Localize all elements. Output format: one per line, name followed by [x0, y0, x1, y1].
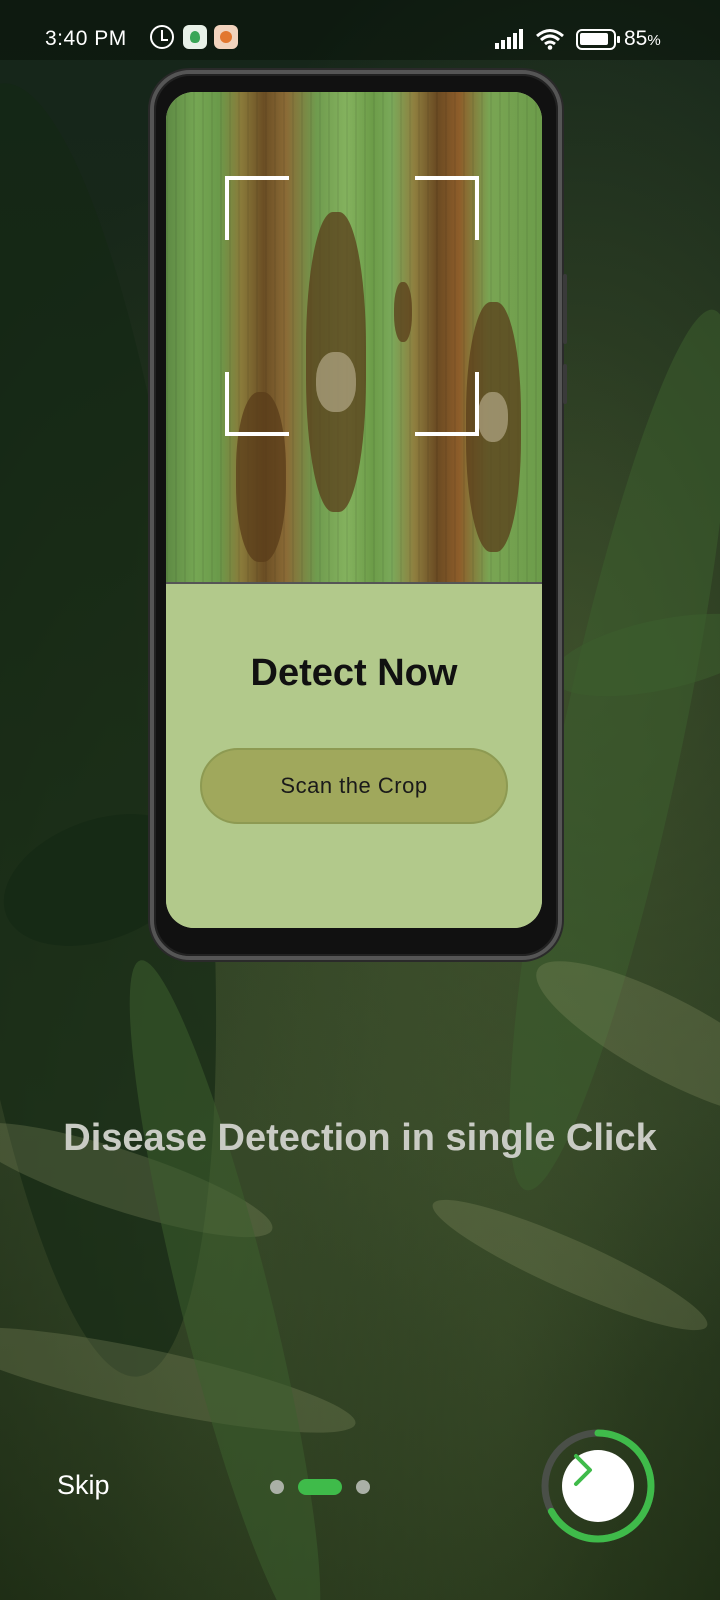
onboarding-caption: Disease Detection in single Click	[63, 1117, 657, 1159]
phone-screen: Detect Now Scan the Crop	[166, 92, 542, 928]
detect-panel: Detect Now Scan the Crop	[166, 582, 542, 928]
phone-mockup-illustration: Detect Now Scan the Crop	[150, 70, 567, 960]
alarm-icon	[150, 25, 174, 49]
signal-icon	[495, 29, 527, 49]
battery-icon	[576, 29, 620, 50]
diseased-leaf-image	[166, 92, 542, 582]
wifi-icon	[536, 29, 564, 50]
detect-now-title: Detect Now	[250, 652, 458, 694]
page-dot	[356, 1480, 370, 1494]
app-notification-icon	[214, 25, 238, 49]
status-bar: 3:40 PM 85%	[0, 0, 720, 60]
battery-percent: 85%	[624, 27, 661, 50]
next-button-face[interactable]	[562, 1450, 634, 1522]
status-time: 3:40 PM	[45, 27, 127, 50]
scan-frame-corner	[225, 372, 289, 436]
skip-button[interactable]: Skip	[57, 1470, 110, 1501]
scan-frame-corner	[415, 176, 479, 240]
scan-frame-corner	[415, 372, 479, 436]
chevron-right-icon	[574, 1454, 592, 1486]
app-notification-icon	[183, 25, 207, 49]
scan-frame-corner	[225, 176, 289, 240]
page-dot-active	[298, 1479, 342, 1495]
page-dot	[270, 1480, 284, 1494]
page-indicator	[270, 1478, 380, 1495]
next-button[interactable]	[540, 1428, 656, 1544]
scan-crop-button-illustration: Scan the Crop	[200, 748, 508, 824]
